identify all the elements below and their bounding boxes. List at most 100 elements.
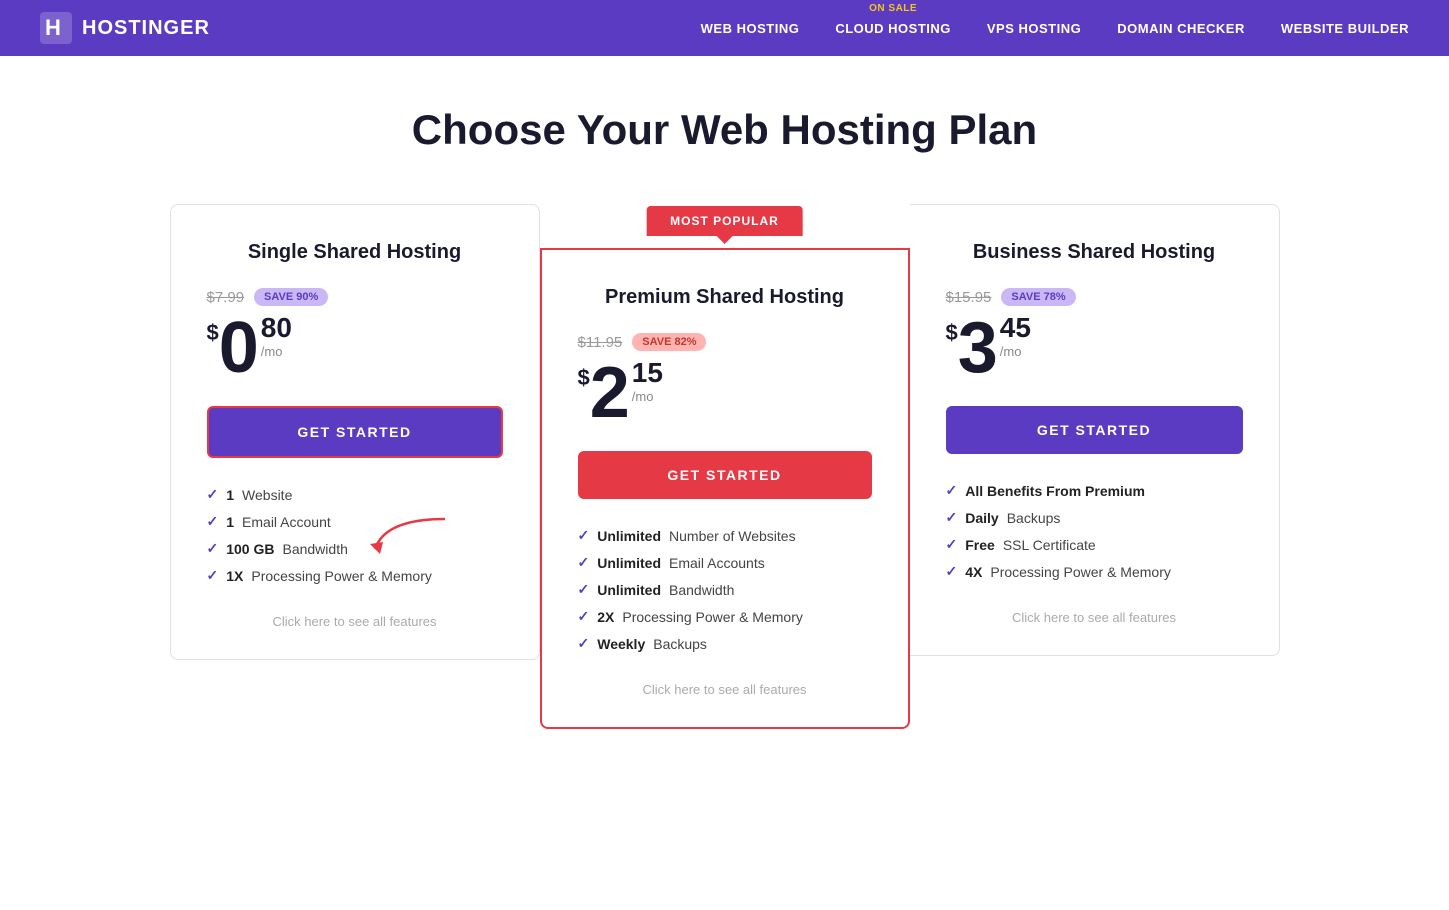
check-icon: ✓	[946, 536, 958, 553]
feature-bold: Unlimited	[597, 528, 661, 544]
save-badge: SAVE 78%	[1001, 288, 1075, 306]
price-dollar-sign: $	[207, 320, 219, 346]
price-per-month: /mo	[1000, 344, 1031, 359]
price-display: $345/mo	[946, 312, 1243, 384]
nav-item-web-hosting[interactable]: WEB HOSTING	[701, 21, 800, 36]
feature-bold: Weekly	[597, 636, 645, 652]
svg-text:H: H	[45, 15, 62, 40]
original-price: $15.95	[946, 289, 992, 306]
feature-item: ✓4X Processing Power & Memory	[946, 563, 1243, 580]
price-cents-wrapper: 45/mo	[1000, 312, 1031, 367]
check-icon: ✓	[578, 554, 590, 571]
card-title: Business Shared Hosting	[946, 241, 1243, 264]
check-icon: ✓	[578, 581, 590, 598]
price-cents: 15	[632, 357, 663, 389]
main-content: Choose Your Web Hosting Plan Single Shar…	[0, 56, 1449, 789]
check-icon: ✓	[207, 486, 219, 503]
feature-item: ✓Daily Backups	[946, 509, 1243, 526]
see-all-features[interactable]: Click here to see all features	[946, 600, 1243, 625]
nav-label: WEBSITE BUILDER	[1281, 21, 1409, 36]
check-icon: ✓	[578, 608, 590, 625]
feature-bold: Unlimited	[597, 555, 661, 571]
feature-item: ✓Free SSL Certificate	[946, 536, 1243, 553]
feature-item: ✓1 Email Account	[207, 513, 503, 530]
feature-item: ✓Unlimited Number of Websites	[578, 527, 872, 544]
logo-text: HOSTINGER	[82, 17, 210, 40]
feature-bold: Unlimited	[597, 582, 661, 598]
nav-item-domain-checker[interactable]: DOMAIN CHECKER	[1117, 21, 1245, 36]
check-icon: ✓	[946, 563, 958, 580]
pricing-card-premium: MOST POPULARPremium Shared Hosting$11.95…	[540, 248, 910, 729]
pricing-row: $11.95 SAVE 82%	[578, 333, 872, 351]
price-cents: 80	[261, 312, 292, 344]
see-all-features[interactable]: Click here to see all features	[207, 604, 503, 629]
most-popular-badge: MOST POPULAR	[646, 206, 803, 236]
price-per-month: /mo	[632, 389, 663, 404]
feature-item: ✓ All Benefits From Premium	[946, 482, 1243, 499]
arrow-icon	[365, 514, 455, 564]
features-list: ✓All Benefits From Premium✓Daily Backups…	[946, 482, 1243, 580]
save-badge: SAVE 90%	[254, 288, 328, 306]
arrow-indicator	[365, 514, 455, 569]
check-icon: ✓	[207, 513, 219, 530]
nav-links: WEB HOSTING ON SALECLOUD HOSTING VPS HOSTI…	[701, 21, 1409, 36]
feature-bold: 1	[226, 487, 234, 503]
feature-bold: 1	[226, 514, 234, 530]
nav-item-cloud-hosting[interactable]: ON SALECLOUD HOSTING	[835, 21, 951, 36]
price-dollar-sign: $	[946, 320, 958, 346]
feature-item: ✓1X Processing Power & Memory	[207, 567, 503, 584]
card-title: Single Shared Hosting	[207, 241, 503, 264]
price-display: $215/mo	[578, 357, 872, 429]
feature-item: ✓2X Processing Power & Memory	[578, 608, 872, 625]
price-display: $080/mo	[207, 312, 503, 384]
pricing-card-business: Business Shared Hosting $15.95 SAVE 78% $34…	[910, 204, 1280, 656]
pricing-cards: Single Shared Hosting $7.99 SAVE 90% $080/m…	[80, 204, 1369, 729]
feature-item: ✓Weekly Backups	[578, 635, 872, 652]
nav-label: VPS HOSTING	[987, 21, 1081, 36]
page-title: Choose Your Web Hosting Plan	[80, 106, 1369, 154]
see-all-features[interactable]: Click here to see all features	[578, 672, 872, 697]
check-icon: ✓	[207, 540, 219, 557]
price-main: 0	[219, 312, 259, 384]
feature-bold: Free	[965, 537, 995, 553]
logo-icon: H	[40, 12, 72, 44]
feature-item: ✓100 GB Bandwidth	[207, 540, 503, 557]
feature-bold: 2X	[597, 609, 614, 625]
original-price: $11.95	[578, 334, 623, 351]
feature-item: ✓Unlimited Email Accounts	[578, 554, 872, 571]
navbar: H HOSTINGER WEB HOSTINGON SALECLOUD HOST…	[0, 0, 1449, 56]
get-started-button-premium[interactable]: GET STARTED	[578, 451, 872, 499]
get-started-button-business[interactable]: GET STARTED	[946, 406, 1243, 454]
nav-label: CLOUD HOSTING	[835, 21, 951, 36]
feature-bold: 1X	[226, 568, 243, 584]
pricing-card-single: Single Shared Hosting $7.99 SAVE 90% $080/m…	[170, 204, 540, 660]
get-started-button-single[interactable]: GET STARTED	[207, 406, 503, 458]
featured-card-wrapper: MOST POPULARPremium Shared Hosting$11.95…	[540, 204, 910, 729]
save-badge: SAVE 82%	[632, 333, 706, 351]
feature-item: ✓1 Website	[207, 486, 503, 503]
price-main: 2	[590, 357, 630, 429]
original-price: $7.99	[207, 289, 245, 306]
logo[interactable]: H HOSTINGER	[40, 12, 701, 44]
features-list: ✓Unlimited Number of Websites✓Unlimited …	[578, 527, 872, 652]
price-cents-wrapper: 80/mo	[261, 312, 292, 367]
check-icon: ✓	[946, 509, 958, 526]
features-list: ✓1 Website✓1 Email Account✓100 GB Bandwi…	[207, 486, 503, 584]
feature-bold: 4X	[965, 564, 982, 580]
nav-label: DOMAIN CHECKER	[1117, 21, 1245, 36]
feature-item: ✓Unlimited Bandwidth	[578, 581, 872, 598]
nav-item-website-builder[interactable]: WEBSITE BUILDER	[1281, 21, 1409, 36]
check-icon: ✓	[207, 567, 219, 584]
nav-item-vps-hosting[interactable]: VPS HOSTING	[987, 21, 1081, 36]
on-sale-badge: ON SALE	[869, 3, 917, 14]
feature-bold: 100 GB	[226, 541, 274, 557]
price-cents: 45	[1000, 312, 1031, 344]
pricing-row: $15.95 SAVE 78%	[946, 288, 1243, 306]
check-icon: ✓	[578, 527, 590, 544]
check-icon: ✓	[946, 482, 958, 499]
price-cents-wrapper: 15/mo	[632, 357, 663, 412]
check-icon: ✓	[578, 635, 590, 652]
feature-bold: Daily	[965, 510, 998, 526]
feature-bold: All Benefits From Premium	[965, 483, 1145, 499]
nav-label: WEB HOSTING	[701, 21, 800, 36]
